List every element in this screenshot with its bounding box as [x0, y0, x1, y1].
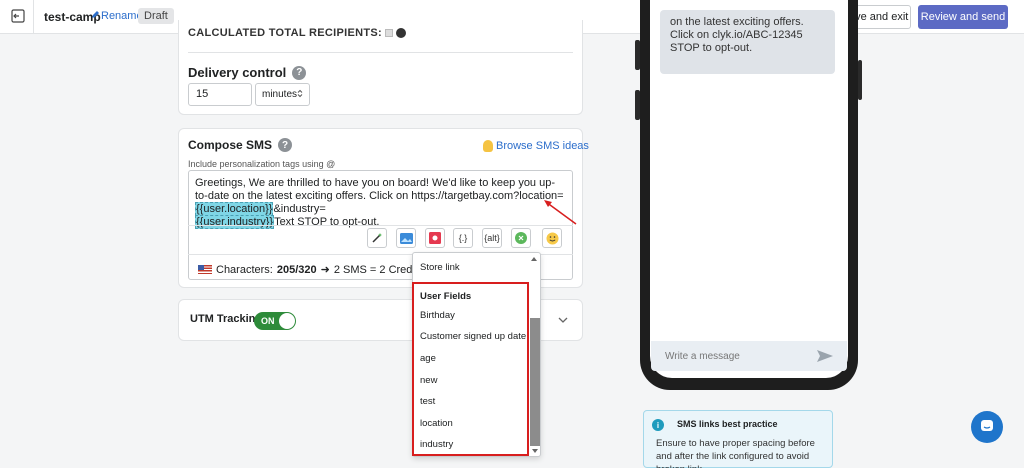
chevron-updown-icon	[297, 89, 303, 101]
delivery-unit-select[interactable]: minutes	[255, 83, 310, 106]
sms-message-text[interactable]: Greetings, We are thrilled to have you o…	[195, 177, 565, 229]
help-icon[interactable]: ?	[292, 65, 307, 80]
us-flag-icon	[198, 265, 212, 274]
annotation-arrow	[544, 200, 577, 225]
magic-wand-icon[interactable]	[367, 228, 387, 248]
topbar-divider	[33, 0, 34, 34]
help-icon[interactable]	[395, 28, 406, 38]
emoji-icon[interactable]	[542, 228, 562, 248]
pencil-icon	[91, 10, 99, 22]
lightbulb-icon	[483, 140, 493, 152]
utm-tracking-toggle[interactable]: ON	[254, 312, 296, 330]
chat-icon	[980, 419, 994, 436]
delivery-unit-value: minutes	[262, 89, 298, 100]
utm-tracking-label: UTM Tracking	[190, 313, 263, 325]
review-and-send-button[interactable]: Review and send	[918, 5, 1008, 29]
scroll-down-arrow-icon[interactable]	[532, 449, 538, 453]
characters-label: Characters:	[216, 263, 273, 276]
compose-sms-label: Compose SMS	[188, 138, 273, 152]
highlight-annotation-box	[412, 282, 529, 456]
message-text-part: Text STOP to opt-out.	[274, 216, 380, 228]
delivery-control-label: Delivery control	[188, 65, 287, 80]
help-icon[interactable]: ?	[278, 138, 293, 152]
message-text-part: &industry=	[273, 203, 326, 215]
send-icon	[817, 350, 833, 365]
image-icon[interactable]	[396, 228, 416, 248]
personalization-tag-location[interactable]: {{user.location}}	[195, 202, 274, 216]
dropdown-scrollbar[interactable]	[530, 318, 540, 446]
rename-link[interactable]: Rename	[91, 10, 143, 22]
rename-label: Rename	[101, 10, 143, 22]
divider	[188, 225, 573, 226]
sms-credit-label: 2 SMS = 2 Credit	[333, 263, 418, 276]
clear-icon[interactable]	[511, 228, 531, 248]
delivery-interval-input[interactable]: 15	[188, 83, 252, 106]
best-practice-title: SMS links best practice	[677, 419, 778, 429]
compose-sms-title: Compose SMS ?	[188, 138, 293, 152]
status-badge: Draft	[138, 8, 174, 24]
info-icon: i	[652, 419, 664, 431]
sms-preview-bubble: on the latest exciting offers. Click on …	[660, 10, 835, 74]
browse-sms-ideas-link[interactable]: Browse SMS ideas	[483, 140, 589, 152]
characters-value: 205/320	[276, 263, 317, 276]
chevron-right-icon: ➜	[320, 264, 330, 276]
alt-text-button[interactable]: {alt}	[482, 228, 502, 248]
delivery-control-title: Delivery control ?	[188, 65, 307, 80]
calculated-recipients-label: CALCULATED TOTAL RECIPIENTS:	[188, 27, 382, 39]
chevron-down-icon[interactable]	[558, 314, 568, 326]
browse-sms-ideas-label: Browse SMS ideas	[496, 140, 589, 152]
chat-support-button[interactable]	[971, 411, 1003, 443]
calculated-recipients: CALCULATED TOTAL RECIPIENTS:	[188, 27, 406, 39]
write-message-placeholder: Write a message	[665, 351, 740, 362]
recipients-count-badge	[384, 29, 393, 37]
divider	[188, 52, 573, 53]
phone-side-button	[858, 60, 862, 100]
character-counter: Characters: 205/320 ➜ 2 SMS = 2 Credit	[198, 263, 418, 276]
toggle-knob	[279, 313, 295, 329]
gift-card-icon[interactable]	[425, 228, 445, 248]
variable-button[interactable]: {.}	[453, 228, 473, 248]
dropdown-item-store-link[interactable]: Store link	[420, 262, 460, 273]
personalization-tag-industry[interactable]: {{user.industry}}	[195, 215, 275, 229]
best-practice-text: Ensure to have proper spacing before and…	[656, 438, 815, 468]
message-text-part: Greetings, We are thrilled to have you o…	[195, 177, 564, 202]
exit-icon[interactable]	[10, 8, 26, 24]
personalization-hint: Include personalization tags using @	[188, 159, 336, 169]
scroll-up-arrow-icon[interactable]	[531, 257, 537, 261]
toggle-state-label: ON	[261, 316, 275, 326]
